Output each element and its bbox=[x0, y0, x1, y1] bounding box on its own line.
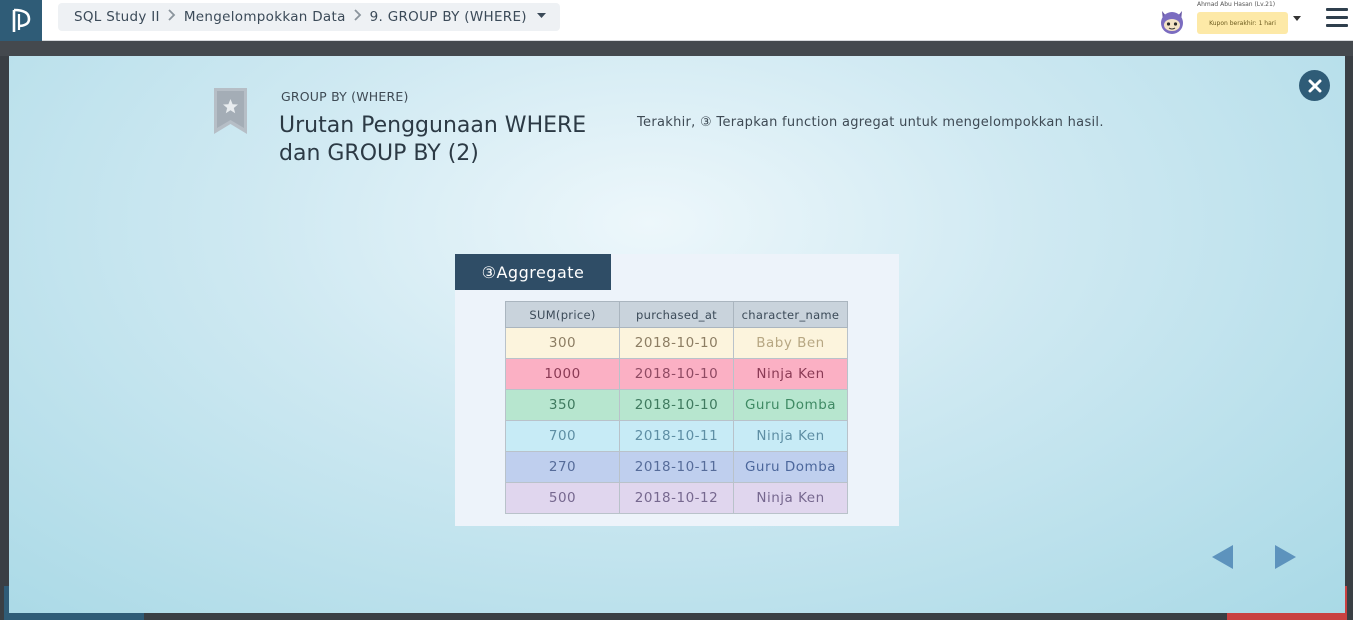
table-cell: Guru Domba bbox=[733, 389, 848, 421]
breadcrumb-chapter[interactable]: Mengelompokkan Data bbox=[184, 9, 346, 25]
table-cell: 2018-10-11 bbox=[619, 451, 734, 483]
table-cell: 2018-10-12 bbox=[619, 482, 734, 514]
coupon-badge: Kupon berakhir: 1 hari bbox=[1197, 12, 1288, 34]
caret-down-icon[interactable] bbox=[536, 12, 546, 22]
table-cell: 300 bbox=[505, 327, 620, 359]
breadcrumb-course[interactable]: SQL Study II bbox=[74, 9, 160, 25]
logo-icon[interactable] bbox=[0, 0, 42, 41]
arrow-right-icon[interactable] bbox=[1273, 544, 1297, 570]
aggregate-illustration: ③Aggregate SUM(price) purchased_at chara… bbox=[455, 254, 899, 526]
table-cell: 2018-10-11 bbox=[619, 420, 734, 452]
user-name: Ahmad Abu Hasan (Lv.21) bbox=[1197, 1, 1276, 8]
table-row: 1000 2018-10-10 Ninja Ken bbox=[505, 358, 848, 390]
table-cell: 500 bbox=[505, 482, 620, 514]
table-row: 350 2018-10-10 Guru Domba bbox=[505, 389, 848, 421]
slide-subtitle: GROUP BY (WHERE) bbox=[281, 89, 409, 104]
arrow-left-icon[interactable] bbox=[1211, 544, 1235, 570]
table-cell: 270 bbox=[505, 451, 620, 483]
table-cell: Baby Ben bbox=[733, 327, 848, 359]
table-row: 500 2018-10-12 Ninja Ken bbox=[505, 482, 848, 514]
aggregate-tag: ③Aggregate bbox=[455, 254, 611, 290]
table-row: 300 2018-10-10 Baby Ben bbox=[505, 327, 848, 359]
column-header: SUM(price) bbox=[505, 301, 620, 328]
breadcrumb: SQL Study II Mengelompokkan Data 9. GROU… bbox=[58, 3, 560, 31]
table-cell: 700 bbox=[505, 420, 620, 452]
column-header: purchased_at bbox=[619, 301, 734, 328]
slide-title: Urutan Penggunaan WHERE dan GROUP BY (2) bbox=[279, 113, 587, 166]
table-cell: 350 bbox=[505, 389, 620, 421]
table-cell: 2018-10-10 bbox=[619, 327, 734, 359]
table-row: 700 2018-10-11 Ninja Ken bbox=[505, 420, 848, 452]
breadcrumb-lesson[interactable]: 9. GROUP BY (WHERE) bbox=[370, 9, 527, 25]
user-menu[interactable]: Ahmad Abu Hasan (Lv.21) Kupon berakhir: … bbox=[1197, 1, 1297, 34]
close-icon[interactable] bbox=[1299, 70, 1330, 101]
slide-modal: GROUP BY (WHERE) Urutan Penggunaan WHERE… bbox=[9, 56, 1345, 613]
menu-icon[interactable] bbox=[1326, 8, 1348, 28]
column-header: character_name bbox=[733, 301, 848, 328]
bookmark-star-icon[interactable] bbox=[214, 88, 247, 134]
avatar-icon[interactable] bbox=[1156, 5, 1188, 37]
background-page-strip bbox=[0, 41, 1353, 56]
chevron-right-icon bbox=[346, 9, 370, 25]
result-table: SUM(price) purchased_at character_name 3… bbox=[505, 301, 848, 514]
table-cell: 1000 bbox=[505, 358, 620, 390]
table-cell: 2018-10-10 bbox=[619, 389, 734, 421]
user-caret-down-icon[interactable] bbox=[1293, 14, 1301, 23]
top-bar: SQL Study II Mengelompokkan Data 9. GROU… bbox=[0, 0, 1353, 41]
slide-description: Terakhir, ③ Terapkan function agregat un… bbox=[637, 115, 1104, 130]
table-row: 270 2018-10-11 Guru Domba bbox=[505, 451, 848, 483]
chevron-right-icon bbox=[160, 9, 184, 25]
table-cell: 2018-10-10 bbox=[619, 358, 734, 390]
table-header-row: SUM(price) purchased_at character_name bbox=[505, 301, 848, 328]
table-cell: Guru Domba bbox=[733, 451, 848, 483]
table-cell: Ninja Ken bbox=[733, 358, 848, 390]
table-cell: Ninja Ken bbox=[733, 482, 848, 514]
table-cell: Ninja Ken bbox=[733, 420, 848, 452]
